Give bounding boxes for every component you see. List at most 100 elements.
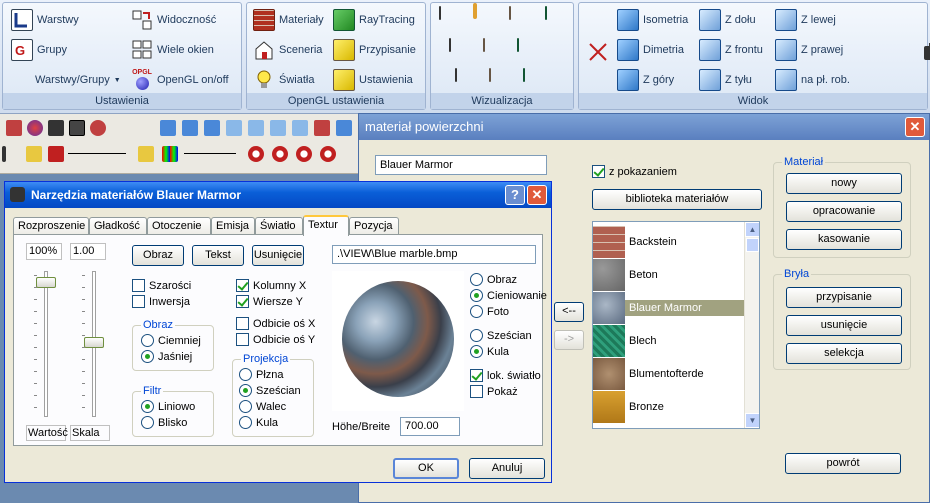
zoom-window-icon[interactable] [272, 146, 288, 162]
linear-radio[interactable]: Liniowo [141, 400, 195, 413]
lock-2-icon[interactable] [138, 146, 154, 162]
return-button[interactable]: powrót [785, 453, 901, 474]
invert-checkbox[interactable]: Inwersja [132, 295, 190, 308]
lighter-radio[interactable]: Jaśniej [141, 350, 192, 363]
close-icon[interactable]: ✕ [905, 117, 925, 137]
sceneria-button[interactable]: Sceneria [253, 37, 322, 63]
planar-radio[interactable]: Płzna [239, 368, 284, 381]
tab-gladkosc[interactable]: Gładkość [89, 217, 147, 235]
isometria-button[interactable]: Isometria [617, 7, 688, 33]
view-cube-3-icon[interactable] [204, 120, 220, 136]
z-tylu-button[interactable]: Z tyłu [699, 67, 752, 93]
columns-x-checkbox[interactable]: Kolumny X [236, 279, 306, 292]
show-checkbox[interactable]: Pokaż [470, 385, 518, 398]
list-item[interactable]: Beton [593, 259, 745, 291]
tab-pozycja[interactable]: Pozycja [349, 217, 399, 235]
mirror-x-checkbox[interactable]: Odbicie oś X [236, 317, 315, 330]
material-name-input[interactable]: Blauer Marmor [375, 155, 547, 175]
select-solid-button[interactable]: selekcja [786, 343, 902, 364]
texture-cube-icon[interactable] [517, 38, 519, 52]
opengl-toggle-button[interactable]: OPGL OpenGL on/off [131, 67, 229, 93]
new-material-button[interactable]: nowy [786, 173, 902, 194]
z-lewej-button[interactable]: Z lewej [775, 7, 836, 33]
value-slider-track[interactable] [44, 271, 48, 417]
raytracing-button[interactable]: RayTracing [333, 7, 415, 33]
z-dolu-button[interactable]: Z dołu [699, 7, 756, 33]
na-pl-rob-button[interactable]: na pł. rob. [775, 67, 850, 93]
rows-y-checkbox[interactable]: Wiersze Y [236, 295, 303, 308]
list-item[interactable]: Bronze [593, 391, 745, 423]
solid-cube-icon[interactable] [509, 6, 511, 20]
assign-solid-button[interactable]: przypisanie [786, 287, 902, 308]
tab-emisja[interactable]: Emisja [211, 217, 255, 235]
z-prawej-button[interactable]: Z prawej [775, 37, 843, 63]
line-style-sample[interactable] [68, 153, 126, 154]
przypisanie-button[interactable]: Przypisanie [333, 37, 416, 63]
ratio-input[interactable]: 700.00 [400, 417, 460, 436]
camera-icon[interactable] [922, 43, 930, 66]
material-dialog-titlebar[interactable]: materiał powierzchni ✕ [359, 114, 929, 140]
display-photo-radio[interactable]: Foto [470, 305, 509, 318]
view-cube-7-icon[interactable] [292, 120, 308, 136]
cube-radio[interactable]: Sześcian [239, 384, 301, 397]
list-item-selected[interactable]: Blauer Marmor [593, 292, 745, 324]
snap-icon[interactable] [6, 120, 22, 136]
grid-icon[interactable] [48, 120, 64, 136]
edit-material-button[interactable]: opracowanie [786, 201, 902, 222]
line-style-icon[interactable] [48, 146, 64, 162]
wiele-okien-button[interactable]: Wiele okien [131, 37, 214, 63]
remove-arrow-button[interactable]: -> [554, 330, 584, 350]
remove-solid-button[interactable]: usunięcie [786, 315, 902, 336]
material-list-scrollbar[interactable]: ▲ ▼ [744, 222, 759, 428]
scroll-thumb[interactable] [746, 238, 759, 252]
orbit-small-icon[interactable] [27, 120, 43, 136]
z-frontu-button[interactable]: Z frontu [699, 37, 763, 63]
warstwy-button[interactable]: Warstwy [11, 7, 79, 33]
material-library-button[interactable]: biblioteka materiałów [592, 189, 762, 210]
cancel-button[interactable]: Anuluj [469, 458, 545, 479]
cylinder-radio[interactable]: Walec [239, 400, 286, 413]
z-gory-button[interactable]: Z góry [617, 67, 674, 93]
view-cube-9-icon[interactable] [336, 120, 352, 136]
edges-cube-icon[interactable] [455, 68, 457, 82]
tab-swiatlo[interactable]: Światło [255, 217, 303, 235]
scissors-icon[interactable] [90, 120, 106, 136]
ustawienia-button[interactable]: Ustawienia [333, 67, 413, 93]
darker-radio[interactable]: Ciemniej [141, 334, 201, 347]
value-slider-thumb[interactable] [36, 277, 56, 288]
line-width-sample[interactable] [184, 153, 236, 154]
swiatla-button[interactable]: Światła [253, 67, 314, 93]
zoom-out-icon[interactable] [248, 146, 264, 162]
material-cube-icon[interactable] [523, 68, 525, 82]
pan-icon[interactable] [587, 43, 612, 66]
list-item[interactable]: Backstein [593, 226, 745, 258]
display-shading-radio[interactable]: Cieniowanie [470, 289, 547, 302]
help-icon[interactable]: ? [505, 185, 525, 205]
materialy-button[interactable]: Materiały [253, 7, 324, 33]
list-item[interactable]: Blumentofterde [593, 358, 745, 390]
smooth-cube-icon[interactable] [489, 68, 491, 82]
view-cube-4-icon[interactable] [226, 120, 242, 136]
dimetria-button[interactable]: Dimetria [617, 37, 684, 63]
hidden-line-cube-icon[interactable] [449, 38, 451, 52]
remove-texture-button[interactable]: Usunięcie [252, 245, 304, 266]
view-cube-5-icon[interactable] [248, 120, 264, 136]
list-item[interactable]: Blech [593, 325, 745, 357]
image-button[interactable]: Obraz [132, 245, 184, 266]
scroll-down-icon[interactable]: ▼ [745, 413, 759, 428]
warstwy-grupy-dropdown[interactable]: Warstwy/Grupy ▼ [35, 67, 121, 93]
wireframe-cube-icon[interactable] [439, 6, 441, 20]
scale-slider-thumb[interactable] [84, 337, 104, 348]
nearest-radio[interactable]: Blisko [141, 416, 187, 429]
assign-arrow-button[interactable]: <-- [554, 302, 584, 322]
monitor-icon[interactable] [69, 120, 85, 136]
texture-path-input[interactable]: .\VIEW\Blue marble.bmp [332, 245, 536, 264]
text-button[interactable]: Tekst [192, 245, 244, 266]
view-cube-2-icon[interactable] [182, 120, 198, 136]
show-preview-checkbox[interactable]: z pokazaniem [592, 165, 677, 178]
textured-cube-icon[interactable] [545, 6, 547, 20]
view-cube-8-icon[interactable] [314, 120, 330, 136]
view-cube-6-icon[interactable] [270, 120, 286, 136]
lock-icon[interactable] [26, 146, 42, 162]
scroll-up-icon[interactable]: ▲ [745, 222, 759, 237]
